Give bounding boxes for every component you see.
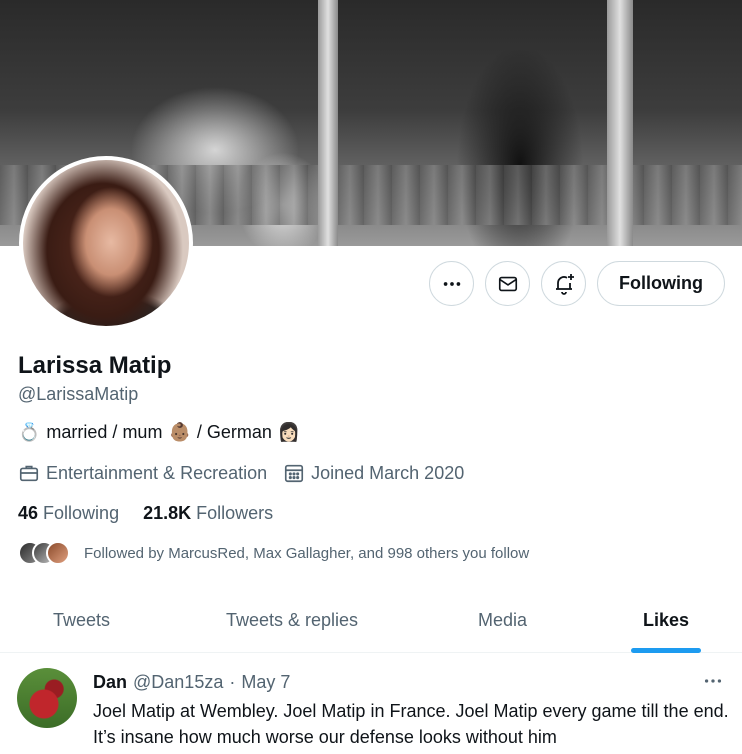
tweet[interactable]: Dan @Dan15za · May 7 Joel Matip at Wembl… (0, 654, 742, 754)
followed-by-text: Followed by MarcusRed, Max Gallagher, an… (84, 544, 530, 562)
followed-by[interactable]: Followed by MarcusRed, Max Gallagher, an… (18, 541, 529, 565)
ring-emoji: 💍 (18, 422, 41, 442)
follow-counts: 46 Following 21.8K Followers (18, 503, 273, 524)
following-label: Following (43, 503, 120, 523)
briefcase-icon (19, 465, 39, 482)
baby-emoji: 👶🏽 (168, 422, 191, 442)
bio-text: married / mum (46, 422, 163, 442)
category-label: Entertainment & Recreation (46, 462, 268, 483)
following-count: 46 (18, 503, 39, 523)
tweet-date[interactable]: May 7 (241, 672, 290, 693)
tweet-display-name[interactable]: Dan (93, 672, 127, 693)
tweet-more-button[interactable] (702, 670, 724, 692)
profile-joined: Joined March 2020 (283, 462, 464, 484)
woman-emoji: 👩🏻 (277, 422, 301, 442)
bio-text: / German (196, 422, 272, 442)
banner-pillar (318, 0, 338, 246)
tweet-avatar[interactable] (17, 668, 77, 728)
notifications-button[interactable] (541, 261, 587, 306)
mail-icon (498, 276, 517, 291)
joined-label: Joined March 2020 (311, 462, 465, 483)
profile-avatar[interactable] (19, 156, 193, 330)
calendar-icon (285, 464, 304, 483)
tab-likes[interactable]: Likes (643, 588, 689, 652)
profile-tabs: Tweets Tweets & replies Media Likes (0, 588, 742, 653)
more-button[interactable] (429, 261, 475, 306)
tab-tweets-replies[interactable]: Tweets & replies (226, 588, 358, 652)
followers-label: Followers (196, 503, 274, 523)
profile-handle: @LarissaMatip (18, 384, 139, 404)
more-icon (443, 281, 460, 286)
profile-meta: Entertainment & Recreation Joined March … (18, 462, 480, 484)
following-link[interactable]: 46 Following (18, 503, 119, 524)
profile-name: Larissa Matip (18, 352, 172, 379)
tab-media[interactable]: Media (478, 588, 527, 652)
tweet-separator: · (229, 672, 236, 692)
profile-bio: 💍 married / mum 👶🏽 / German 👩🏻 (18, 422, 300, 443)
following-button[interactable]: Following (597, 261, 725, 306)
followers-link[interactable]: 21.8K Followers (143, 503, 273, 524)
follower-avatar (46, 541, 70, 565)
message-button[interactable] (485, 261, 531, 306)
followers-count: 21.8K (143, 503, 192, 523)
more-icon (704, 679, 722, 683)
profile-actions: Following (429, 261, 725, 306)
tweet-text: Joel Matip at Wembley. Joel Matip in Fra… (93, 701, 729, 747)
tab-tweets[interactable]: Tweets (53, 588, 110, 652)
bell-plus-icon (555, 273, 574, 295)
profile-category: Entertainment & Recreation (18, 462, 267, 484)
active-tab-indicator (631, 648, 701, 653)
tweet-header: Dan @Dan15za · May 7 (93, 672, 290, 693)
tweet-handle[interactable]: @Dan15za (133, 672, 223, 693)
banner-pillar (607, 0, 633, 246)
